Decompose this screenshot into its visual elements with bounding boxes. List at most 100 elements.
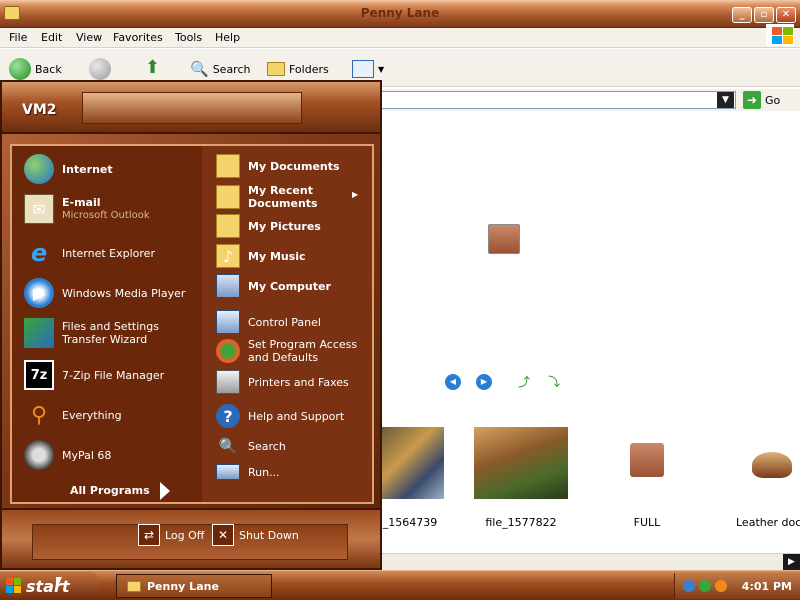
menu-help[interactable]: Help (215, 31, 240, 44)
menu-item-help[interactable]: ? Help and Support (216, 404, 344, 428)
menu-item-internet[interactable]: Internet (24, 154, 113, 184)
thumbnail-4-label: Leather docs (736, 516, 800, 529)
rotate-clockwise-icon[interactable]: ⤴ (518, 376, 534, 388)
close-button[interactable]: ✕ (776, 7, 796, 23)
go-arrow-icon: ➜ (743, 91, 761, 109)
menu-item-my-recent-documents[interactable]: My Recent Documents ▶ (216, 184, 358, 210)
all-programs-label[interactable]: All Programs (70, 484, 150, 497)
address-bar: ▼ ➜ Go (380, 89, 800, 111)
taskbar-button-penny-lane[interactable]: Penny Lane (116, 574, 272, 598)
shut-down-label: Shut Down (239, 528, 299, 542)
menu-item-mypal[interactable]: MyPal 68 (24, 440, 111, 470)
raccoon-icon (24, 440, 54, 470)
search-icon: 🔍 (190, 60, 209, 78)
7zip-icon: 7z (24, 360, 54, 390)
pinned-programs: Internet ✉ E-mail Microsoft Outlook e In… (12, 146, 202, 502)
clock[interactable]: 4:01 PM (742, 580, 800, 593)
next-image-button[interactable]: ▶ (476, 374, 492, 390)
menu-item-run[interactable]: Run... (216, 464, 280, 480)
window-titlebar[interactable]: Penny Lane _ ▫ ✕ (0, 0, 800, 28)
thumbnail-3[interactable] (630, 443, 664, 477)
run-icon (216, 464, 240, 480)
menu-item-my-computer[interactable]: My Computer (216, 274, 331, 298)
start-label: start (26, 576, 70, 596)
previous-image-button[interactable]: ◀ (445, 374, 461, 390)
documents-folder-icon (216, 154, 240, 178)
internet-explorer-icon: e (30, 239, 48, 267)
menu-item-everything[interactable]: ⚲ Everything (24, 400, 122, 430)
folders-label: Folders (289, 62, 329, 76)
user-name: VM2 (22, 102, 57, 118)
submenu-arrow-icon: ▶ (352, 190, 359, 199)
menu-item-transfer-wizard[interactable]: Files and Settings Transfer Wizard (24, 318, 159, 348)
menu-view[interactable]: View (76, 31, 102, 44)
horizontal-scrollbar[interactable]: ▶ (380, 553, 800, 571)
search-label: Search (212, 62, 251, 76)
magnifier-icon: ⚲ (30, 402, 48, 428)
thumbnail-3-label: FULL (633, 516, 661, 529)
go-button[interactable]: ➜ Go (743, 91, 780, 109)
mouse-cursor (56, 577, 62, 591)
scroll-right-icon[interactable]: ▶ (783, 554, 800, 571)
network-icon[interactable] (683, 580, 695, 592)
start-menu: VM2 Internet ✉ E-mail Microsoft Outlook … (0, 80, 382, 570)
menu-item-control-panel[interactable]: Control Panel (216, 310, 321, 334)
maximize-button[interactable]: ▫ (754, 7, 774, 23)
menu-favorites[interactable]: Favorites (113, 31, 163, 44)
program-access-icon (216, 339, 240, 363)
printer-icon (216, 370, 240, 394)
folders-button[interactable]: Folders (267, 58, 329, 80)
menu-item-7zip[interactable]: 7z 7-Zip File Manager (24, 360, 164, 390)
thumbnail-1[interactable] (380, 427, 444, 499)
menu-item-printers[interactable]: Printers and Faxes (216, 370, 349, 394)
menu-item-my-music[interactable]: ♪ My Music (216, 244, 306, 268)
thumbnail-1-label: _1564739 (382, 516, 438, 529)
security-icon[interactable] (699, 580, 711, 592)
search-icon: 🔍 (218, 437, 238, 455)
back-arrow-icon (9, 58, 31, 80)
log-off-button[interactable]: ⇄ Log Off (138, 524, 204, 546)
menu-item-program-access[interactable]: Set Program Access and Defaults (216, 338, 357, 364)
computer-icon (216, 274, 240, 298)
pictures-folder-icon (216, 214, 240, 238)
forward-arrow-icon (89, 58, 111, 80)
places-list: My Documents My Recent Documents ▶ My Pi… (202, 146, 372, 502)
tray-app-icon[interactable] (715, 580, 727, 592)
thumbnail-2[interactable] (474, 427, 568, 499)
shut-down-button[interactable]: ✕ Shut Down (212, 524, 299, 546)
address-input[interactable] (380, 91, 736, 109)
menu-edit[interactable]: Edit (41, 31, 62, 44)
back-label: Back (35, 62, 62, 76)
rotate-counterclockwise-icon[interactable]: ⤵ (548, 376, 564, 388)
window-title: Penny Lane (360, 6, 440, 20)
recent-documents-icon (216, 185, 240, 209)
menu-tools[interactable]: Tools (175, 31, 202, 44)
views-grid-icon (352, 60, 374, 78)
start-button[interactable]: start (0, 572, 100, 600)
up-folder-button[interactable]: ⬆ (145, 58, 165, 80)
menu-item-my-documents[interactable]: My Documents (216, 154, 340, 178)
start-menu-body: Internet ✉ E-mail Microsoft Outlook e In… (10, 144, 374, 504)
back-button[interactable]: Back (9, 58, 62, 80)
menu-item-search[interactable]: 🔍 Search (216, 434, 286, 458)
media-player-icon: ▶ (24, 278, 54, 308)
thumbnail-4[interactable] (752, 452, 792, 478)
all-programs-arrow-icon[interactable] (160, 482, 170, 500)
log-off-label: Log Off (165, 528, 205, 542)
help-icon: ? (216, 404, 240, 428)
windows-flag-icon (6, 578, 22, 594)
menu-item-email[interactable]: ✉ E-mail Microsoft Outlook (24, 194, 150, 224)
search-button[interactable]: 🔍 Search (190, 58, 250, 80)
folder-icon (127, 580, 141, 592)
menu-file[interactable]: File (9, 31, 27, 44)
menu-item-windows-media-player[interactable]: ▶ Windows Media Player (24, 278, 185, 308)
menu-item-my-pictures[interactable]: My Pictures (216, 214, 321, 238)
folders-icon (267, 62, 285, 76)
forward-button[interactable] (89, 58, 111, 80)
address-dropdown-button[interactable]: ▼ (717, 92, 734, 108)
minimize-button[interactable]: _ (732, 7, 752, 23)
music-folder-icon: ♪ (216, 244, 240, 268)
menu-item-internet-explorer[interactable]: e Internet Explorer (24, 238, 155, 268)
views-button[interactable]: ▼ (352, 58, 384, 80)
start-menu-header: VM2 (2, 82, 380, 134)
